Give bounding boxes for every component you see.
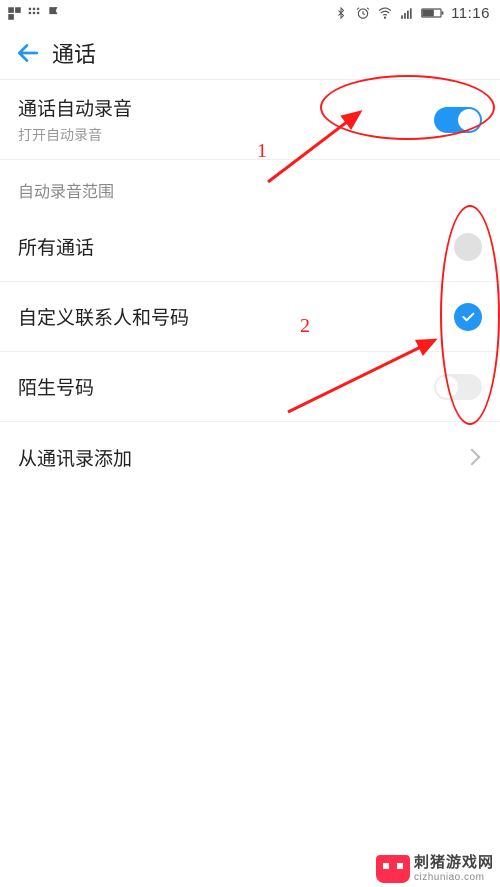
checkmark-icon <box>460 309 476 325</box>
flag-icon <box>46 5 62 21</box>
bluetooth-icon <box>333 5 349 21</box>
scope-custom-contacts-row[interactable]: 自定义联系人和号码 <box>0 282 500 352</box>
scope-custom-contacts-radio[interactable] <box>454 303 482 331</box>
chevron-right-icon <box>464 449 481 466</box>
watermark: 刺猪游戏网 cizhuniao.com <box>370 851 500 887</box>
scope-unknown-numbers-label: 陌生号码 <box>18 373 94 400</box>
watermark-text-en: cizhuniao.com <box>414 872 494 883</box>
wifi-icon <box>377 5 393 21</box>
back-button[interactable] <box>8 33 48 73</box>
status-bar: 11:16 <box>0 0 500 26</box>
auto-record-toggle[interactable] <box>434 107 482 133</box>
signal-icon <box>399 5 415 21</box>
watermark-text-cn: 刺猪游戏网 <box>414 855 494 872</box>
page-title: 通话 <box>52 37 96 69</box>
watermark-logo-icon <box>376 855 410 883</box>
grid-icon <box>26 5 42 21</box>
battery-icon <box>421 5 445 21</box>
auto-record-title: 通话自动录音 <box>18 94 132 121</box>
auto-record-subtitle: 打开自动录音 <box>18 125 132 145</box>
add-from-contacts-row[interactable]: 从通讯录添加 <box>0 422 500 492</box>
add-from-contacts-label: 从通讯录添加 <box>18 444 132 471</box>
notification-icon <box>6 5 22 21</box>
section-scope-header: 自动录音范围 <box>0 160 500 212</box>
alarm-icon <box>355 5 371 21</box>
scope-unknown-numbers-toggle[interactable] <box>434 374 482 400</box>
status-left-icons <box>6 5 62 21</box>
auto-record-row[interactable]: 通话自动录音 打开自动录音 <box>0 80 500 160</box>
scope-all-calls-label: 所有通话 <box>18 233 94 260</box>
app-header: 通话 <box>0 26 500 80</box>
scope-all-calls-row[interactable]: 所有通话 <box>0 212 500 282</box>
scope-custom-contacts-label: 自定义联系人和号码 <box>18 303 189 330</box>
status-time: 11:16 <box>451 5 490 22</box>
back-arrow-icon <box>15 40 41 66</box>
scope-all-calls-radio[interactable] <box>454 233 482 261</box>
status-right-icons: 11:16 <box>333 5 490 22</box>
scope-unknown-numbers-row[interactable]: 陌生号码 <box>0 352 500 422</box>
